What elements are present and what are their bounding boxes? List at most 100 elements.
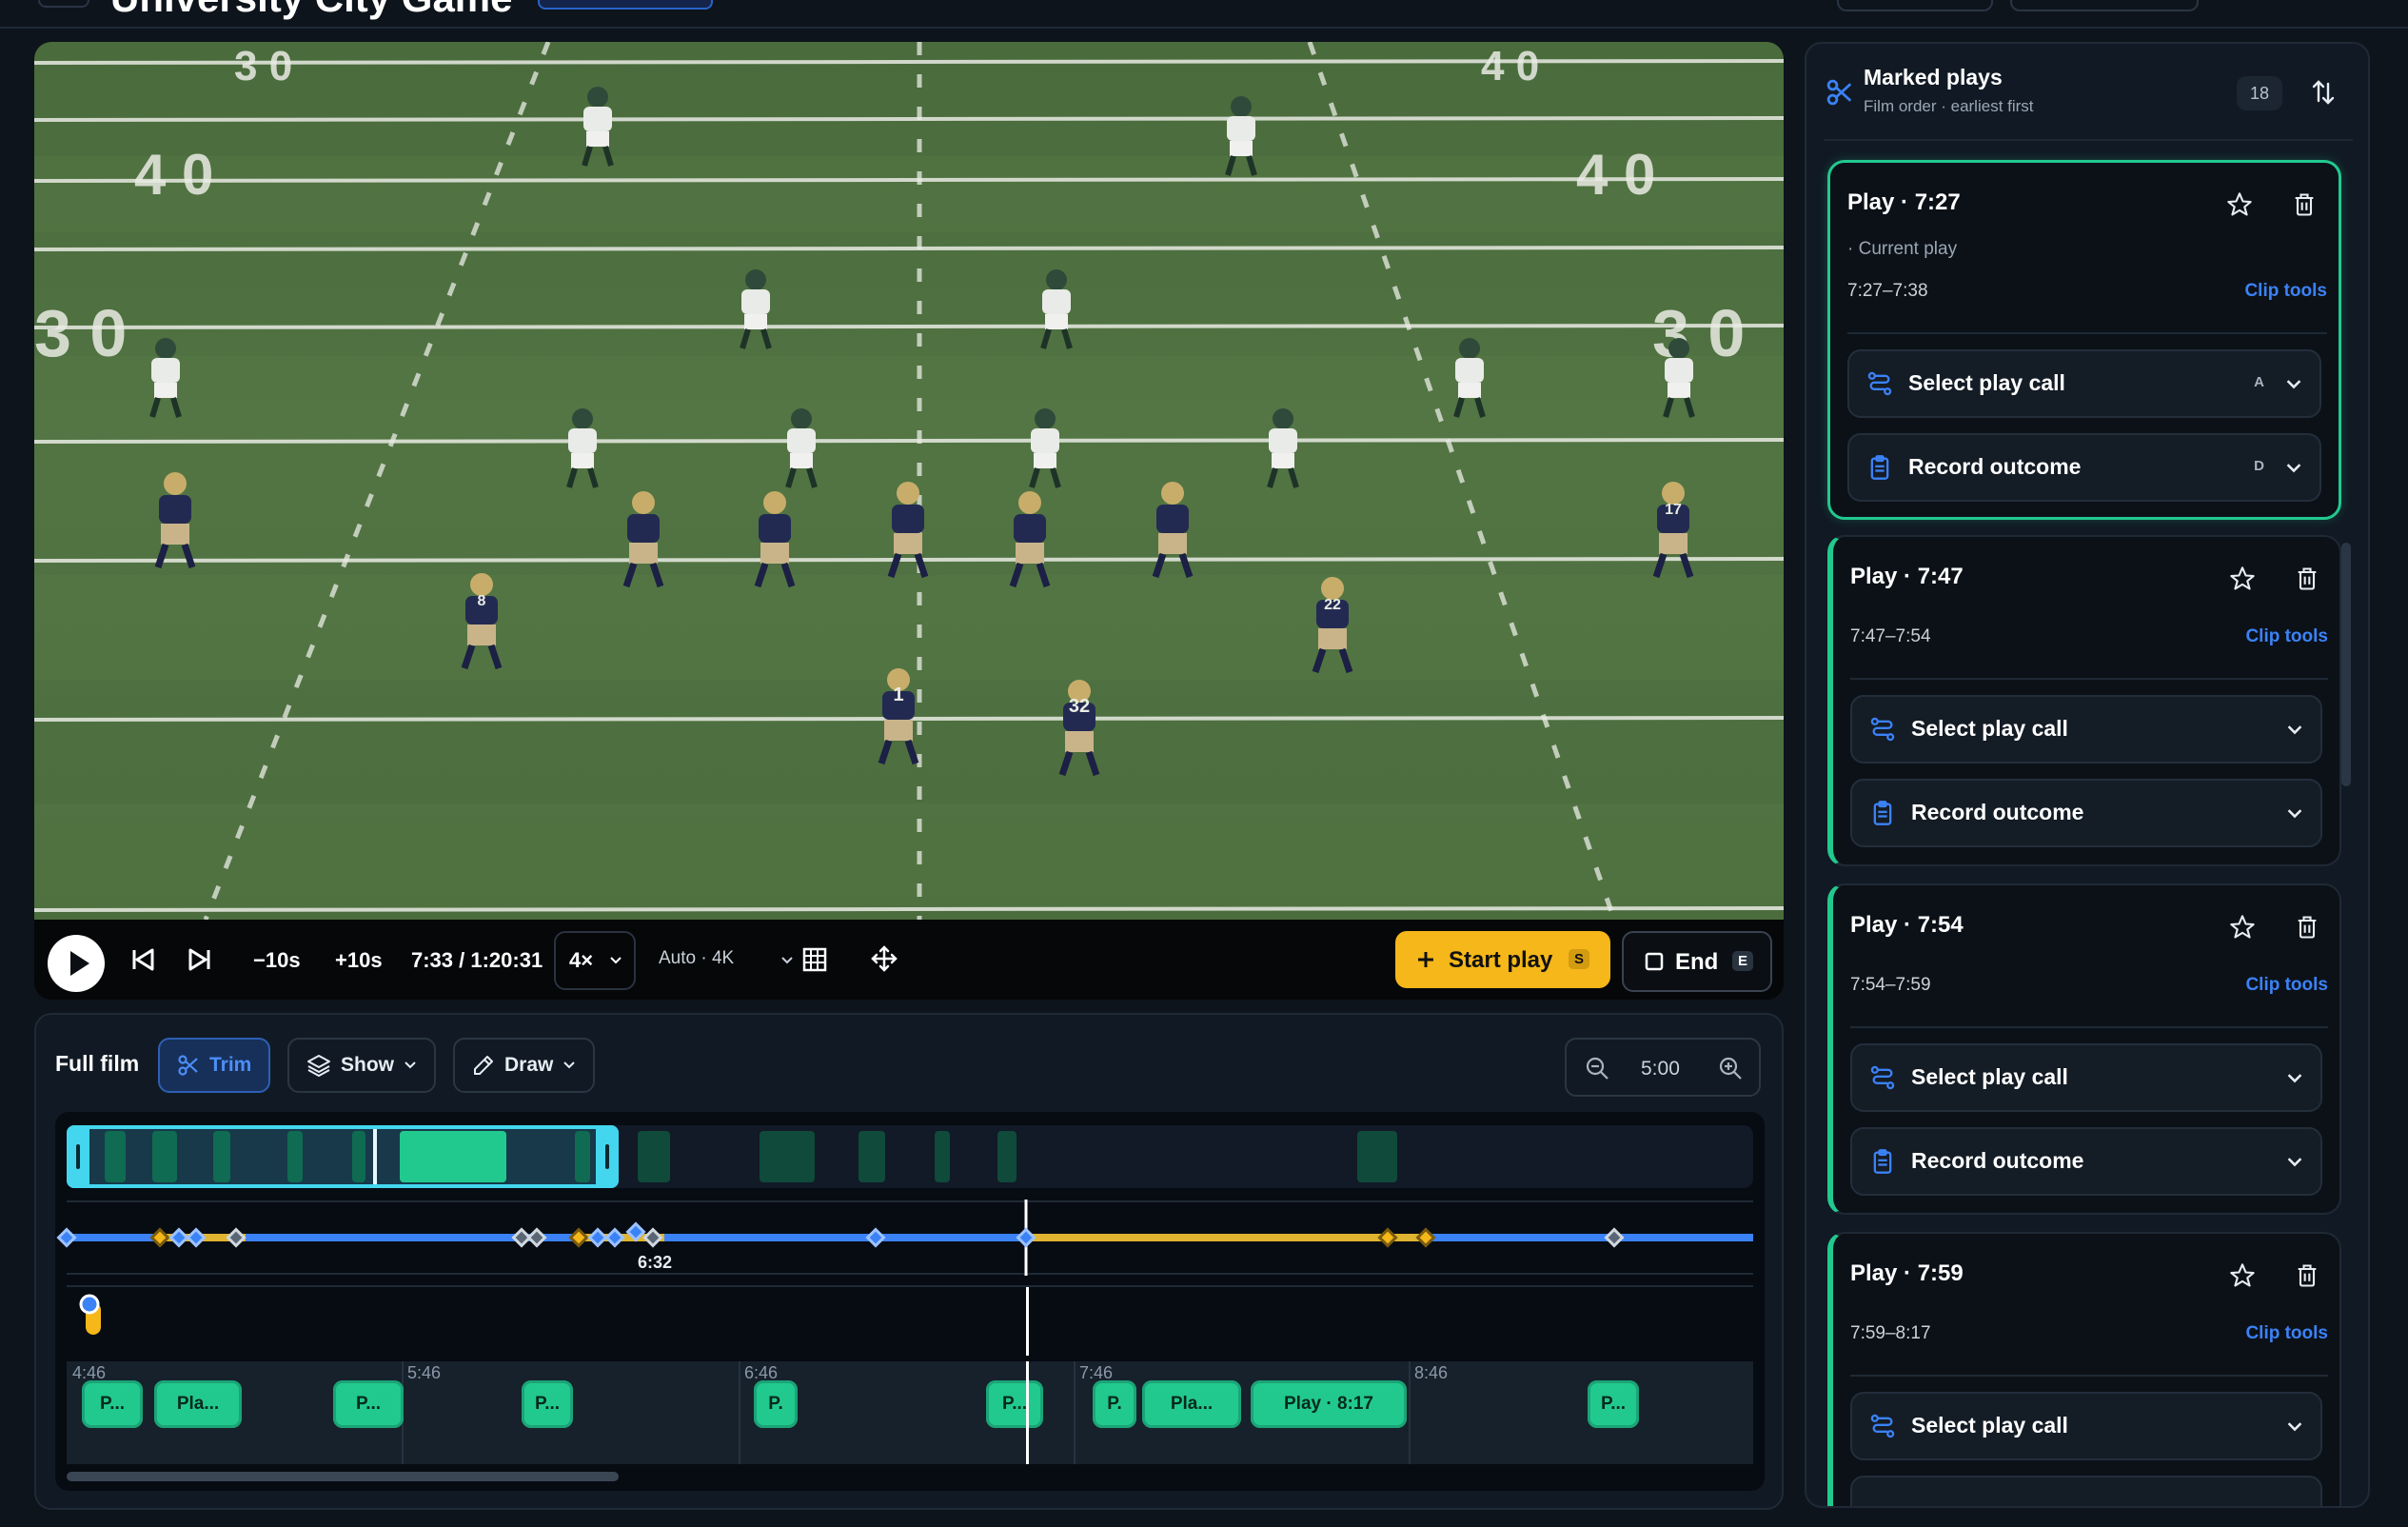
play-chip[interactable]: P. [1093, 1380, 1136, 1428]
trash-icon[interactable] [2294, 565, 2320, 592]
header-button[interactable] [1837, 0, 1993, 11]
speed-select[interactable]: 4× [554, 931, 636, 990]
timeline-tracks[interactable]: 6:32 4:46 5:46 6:46 7:46 8:46 P... Pla..… [55, 1112, 1765, 1491]
plays-track[interactable]: 4:46 5:46 6:46 7:46 8:46 P... Pla... P..… [67, 1361, 1753, 1464]
play-chip[interactable]: Pla... [154, 1380, 242, 1428]
play-card-title: Play · 7:47 [1850, 564, 1964, 589]
play-chip[interactable]: Pla... [1142, 1380, 1241, 1428]
star-icon[interactable] [2226, 191, 2253, 218]
route-icon [1867, 371, 1892, 396]
play-card[interactable]: Play · 7:27 · Current play 7:27–7:38 Cli… [1827, 160, 2341, 520]
zoom-out-icon[interactable] [1584, 1055, 1610, 1081]
route-icon [1870, 717, 1895, 742]
pencil-icon [474, 1056, 493, 1075]
start-play-key: S [1569, 949, 1590, 969]
select-play-call[interactable]: Select play call [1850, 1392, 2322, 1460]
annotation-track[interactable] [67, 1285, 1753, 1356]
chevron-down-icon [610, 957, 622, 964]
star-icon[interactable] [2229, 914, 2256, 941]
show-menu[interactable]: Show [287, 1038, 436, 1093]
back-button[interactable] [38, 0, 89, 8]
clip-tools-link[interactable]: Clip tools [2245, 975, 2328, 996]
svg-text:3 0: 3 0 [34, 296, 127, 370]
select-play-call[interactable]: Select play call [1850, 1043, 2322, 1112]
svg-text:4 0: 4 0 [1481, 43, 1539, 89]
play-card[interactable]: Play · 7:54 7:54–7:59 Clip tools Select … [1827, 883, 2341, 1215]
play-chip[interactable]: P... [1588, 1380, 1639, 1428]
chevron-down-icon [2287, 1074, 2302, 1083]
play-range: 7:54–7:59 [1850, 975, 1931, 995]
clipboard-icon [1873, 1149, 1892, 1174]
panel-scrollbar[interactable] [2341, 543, 2351, 786]
end-play-button[interactable]: End E [1622, 931, 1772, 992]
forward-10s-button[interactable]: +10s [335, 948, 383, 973]
player-controls: −10s +10s 7:33 / 1:20:31 4× Auto · 4K St… [34, 920, 1784, 1000]
select-play-call[interactable]: Select play call [1850, 695, 2322, 764]
route-icon [1870, 1065, 1895, 1090]
play-chip[interactable]: P... [82, 1380, 143, 1428]
skip-back-icon[interactable] [129, 946, 156, 973]
playhead[interactable] [1026, 1361, 1029, 1464]
trim-window[interactable] [67, 1125, 619, 1188]
trash-icon[interactable] [2294, 1262, 2320, 1289]
star-icon[interactable] [2229, 565, 2256, 592]
current-position-marker [373, 1129, 377, 1184]
clip-tools-link[interactable]: Clip tools [2245, 626, 2328, 647]
record-outcome-label: Record outcome [1908, 454, 2082, 479]
sort-icon[interactable] [2309, 78, 2338, 107]
start-play-button[interactable]: Start play S [1395, 931, 1610, 988]
chevron-down-icon [2286, 380, 2301, 389]
zoom-in-icon[interactable] [1717, 1055, 1744, 1081]
select-play-call[interactable]: Select play call A [1847, 349, 2321, 418]
tick-label: 8:46 [1414, 1363, 1449, 1382]
play-card[interactable]: Play · 7:59 7:59–8:17 Clip tools Select … [1827, 1232, 2341, 1506]
svg-text:4 0: 4 0 [134, 143, 213, 207]
shortcut-key: A [2254, 374, 2264, 390]
skip-forward-icon[interactable] [187, 946, 213, 973]
trash-icon[interactable] [2294, 914, 2320, 941]
chevron-down-icon [405, 1061, 416, 1069]
play-range: 7:27–7:38 [1847, 281, 1928, 301]
record-outcome[interactable]: Record outcome [1850, 779, 2322, 847]
record-outcome[interactable]: Record outcome [1850, 1127, 2322, 1196]
video-player[interactable]: 3 0 4 0 3 0 4 0 4 0 3 0 1 32 22 17 8 −10… [34, 42, 1784, 1000]
top-bar: University City Game [0, 0, 2408, 29]
play-card[interactable]: Play · 7:47 7:47–7:54 Clip tools Select … [1827, 535, 2341, 866]
route-icon [1870, 1414, 1895, 1438]
move-icon[interactable] [870, 944, 898, 973]
trash-icon[interactable] [2291, 191, 2318, 218]
record-outcome[interactable] [1850, 1476, 2322, 1506]
timeline-label: Full film [55, 1051, 140, 1076]
clip-tools-link[interactable]: Clip tools [2245, 1323, 2328, 1344]
play-chip[interactable]: P... [522, 1380, 573, 1428]
header-button[interactable] [2010, 0, 2199, 11]
panel-title: Marked plays [1864, 65, 2003, 89]
square-icon [1645, 952, 1664, 971]
star-icon[interactable] [2229, 1262, 2256, 1289]
time-readout: 7:33 / 1:20:31 [411, 948, 543, 972]
play-chip[interactable]: Play · 8:17 [1251, 1380, 1407, 1428]
play-chip[interactable]: P. [754, 1380, 798, 1428]
plus-icon [1418, 952, 1433, 967]
grid-icon[interactable] [801, 946, 828, 973]
current-play-label: · Current play [1847, 239, 1958, 259]
quality-value: Auto · 4K [659, 948, 735, 968]
play-chip[interactable]: P... [333, 1380, 404, 1428]
record-outcome[interactable]: Record outcome D [1847, 433, 2321, 502]
svg-text:3 0: 3 0 [1652, 296, 1745, 370]
play-icon [70, 951, 89, 976]
trim-button[interactable]: Trim [158, 1038, 271, 1093]
play-button[interactable] [48, 935, 105, 992]
video-frame[interactable]: 3 0 4 0 3 0 4 0 4 0 3 0 1 32 22 17 8 [34, 42, 1784, 920]
overview-track[interactable] [67, 1125, 1753, 1188]
chevron-down-icon [2287, 725, 2302, 735]
marker-track[interactable]: 6:32 [55, 1200, 1765, 1276]
play-chip[interactable]: P... [986, 1380, 1043, 1428]
layers-icon [307, 1055, 330, 1077]
back-10s-button[interactable]: −10s [253, 948, 301, 973]
clip-tools-link[interactable]: Clip tools [2244, 281, 2327, 302]
draw-menu[interactable]: Draw [453, 1038, 596, 1093]
quality-select[interactable]: Auto · 4K [659, 948, 793, 977]
pin-icon[interactable] [78, 1293, 107, 1339]
timeline-scrollbar[interactable] [67, 1472, 619, 1481]
